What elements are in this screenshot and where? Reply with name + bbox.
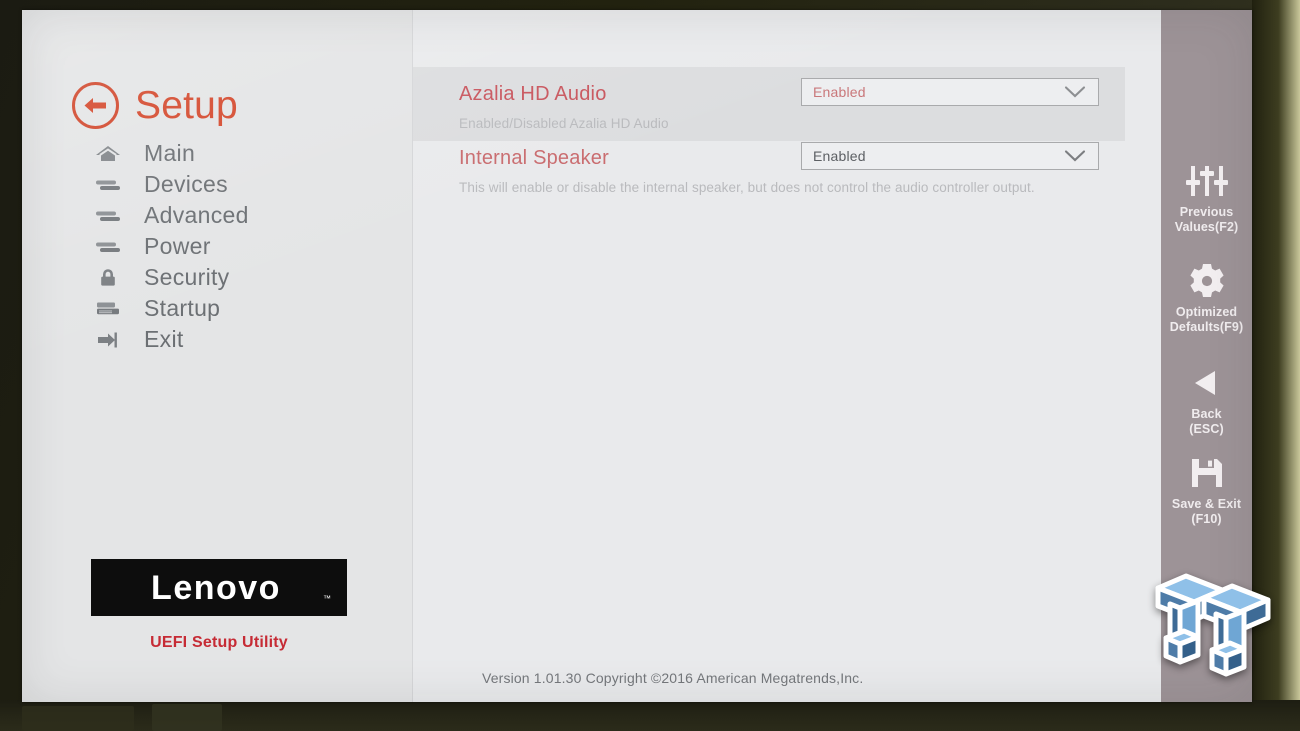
- settings-panel: Azalia HD Audio Enabled/Disabled Azalia …: [413, 10, 1161, 702]
- photograph-of-monitor: Setup Main Devices Advanced Power Securi…: [0, 0, 1300, 731]
- tweaktown-tt-logo: [1148, 558, 1274, 698]
- setup-header: Setup: [72, 82, 238, 129]
- lenovo-wordmark: Lenovo: [151, 568, 281, 607]
- sidebar-item-label: Devices: [144, 171, 228, 197]
- desk-object-left: [22, 706, 134, 731]
- sidebar-item-exit[interactable]: Exit: [94, 324, 394, 355]
- tool-label-line1: Back: [1191, 407, 1222, 421]
- bios-screen: Setup Main Devices Advanced Power Securi…: [22, 10, 1252, 702]
- internal-speaker-dropdown[interactable]: Enabled: [801, 142, 1099, 170]
- setting-description: This will enable or disable the internal…: [459, 180, 1035, 195]
- back-triangle-icon: [1161, 362, 1252, 404]
- optimized-defaults-button[interactable]: Optimized Defaults(F9): [1161, 260, 1252, 335]
- sidebar-item-label: Security: [144, 264, 230, 290]
- azalia-hd-audio-dropdown[interactable]: Enabled: [801, 78, 1099, 106]
- tool-label-line2: Values(F2): [1174, 220, 1239, 234]
- sidebar-item-security[interactable]: Security: [94, 262, 394, 293]
- left-sidebar: Setup Main Devices Advanced Power Securi…: [22, 10, 413, 702]
- sidebar-item-label: Advanced: [144, 202, 249, 228]
- floppy-save-icon: [1161, 452, 1252, 494]
- version-copyright-text: Version 1.01.30 Copyright ©2016 American…: [482, 670, 864, 686]
- trademark-symbol: ™: [323, 594, 331, 603]
- devices-stack-icon: [94, 174, 122, 196]
- tool-label-line2: (ESC): [1189, 422, 1224, 436]
- main-menu: Main Devices Advanced Power Security Sta…: [94, 138, 394, 355]
- home-icon: [94, 143, 122, 165]
- sidebar-item-label: Startup: [144, 295, 221, 321]
- advanced-stack-icon: [94, 205, 122, 227]
- sidebar-item-label: Main: [144, 140, 196, 166]
- sidebar-item-label: Exit: [144, 326, 184, 352]
- previous-values-button[interactable]: Previous Values(F2): [1161, 160, 1252, 235]
- exit-arrow-icon: [94, 329, 122, 351]
- desk-object-right: [152, 704, 222, 731]
- setting-row-azalia-hd-audio[interactable]: Azalia HD Audio Enabled/Disabled Azalia …: [413, 67, 1125, 141]
- back-arrow-circle-icon[interactable]: [72, 82, 119, 129]
- setting-row-internal-speaker[interactable]: Internal Speaker This will enable or dis…: [413, 131, 1125, 205]
- lock-icon: [94, 267, 122, 289]
- save-and-exit-button[interactable]: Save & Exit (F10): [1161, 452, 1252, 527]
- lenovo-logo: Lenovo ™: [91, 559, 347, 616]
- uefi-setup-utility-caption: UEFI Setup Utility: [150, 634, 288, 651]
- power-stack-icon: [94, 236, 122, 258]
- sidebar-item-power[interactable]: Power: [94, 231, 394, 262]
- dropdown-value: Enabled: [813, 84, 866, 100]
- tool-label-line2: (F10): [1191, 512, 1222, 526]
- sidebar-item-startup[interactable]: Startup: [94, 293, 394, 324]
- sidebar-item-label: Power: [144, 233, 211, 259]
- tool-label-line1: Save & Exit: [1171, 497, 1242, 511]
- back-button[interactable]: Back (ESC): [1161, 362, 1252, 437]
- sidebar-item-advanced[interactable]: Advanced: [94, 200, 394, 231]
- tool-label-line1: Optimized: [1175, 305, 1238, 319]
- gear-icon: [1161, 260, 1252, 302]
- sidebar-item-devices[interactable]: Devices: [94, 169, 394, 200]
- tool-label-line2: Defaults(F9): [1169, 320, 1244, 334]
- drive-icon: [94, 298, 122, 320]
- sliders-icon: [1161, 160, 1252, 202]
- dropdown-value: Enabled: [813, 148, 866, 164]
- tool-label-line1: Previous: [1179, 205, 1234, 219]
- chevron-down-icon: [1064, 86, 1086, 99]
- page-title: Setup: [135, 84, 238, 127]
- chevron-down-icon: [1064, 150, 1086, 163]
- sidebar-item-main[interactable]: Main: [94, 138, 394, 169]
